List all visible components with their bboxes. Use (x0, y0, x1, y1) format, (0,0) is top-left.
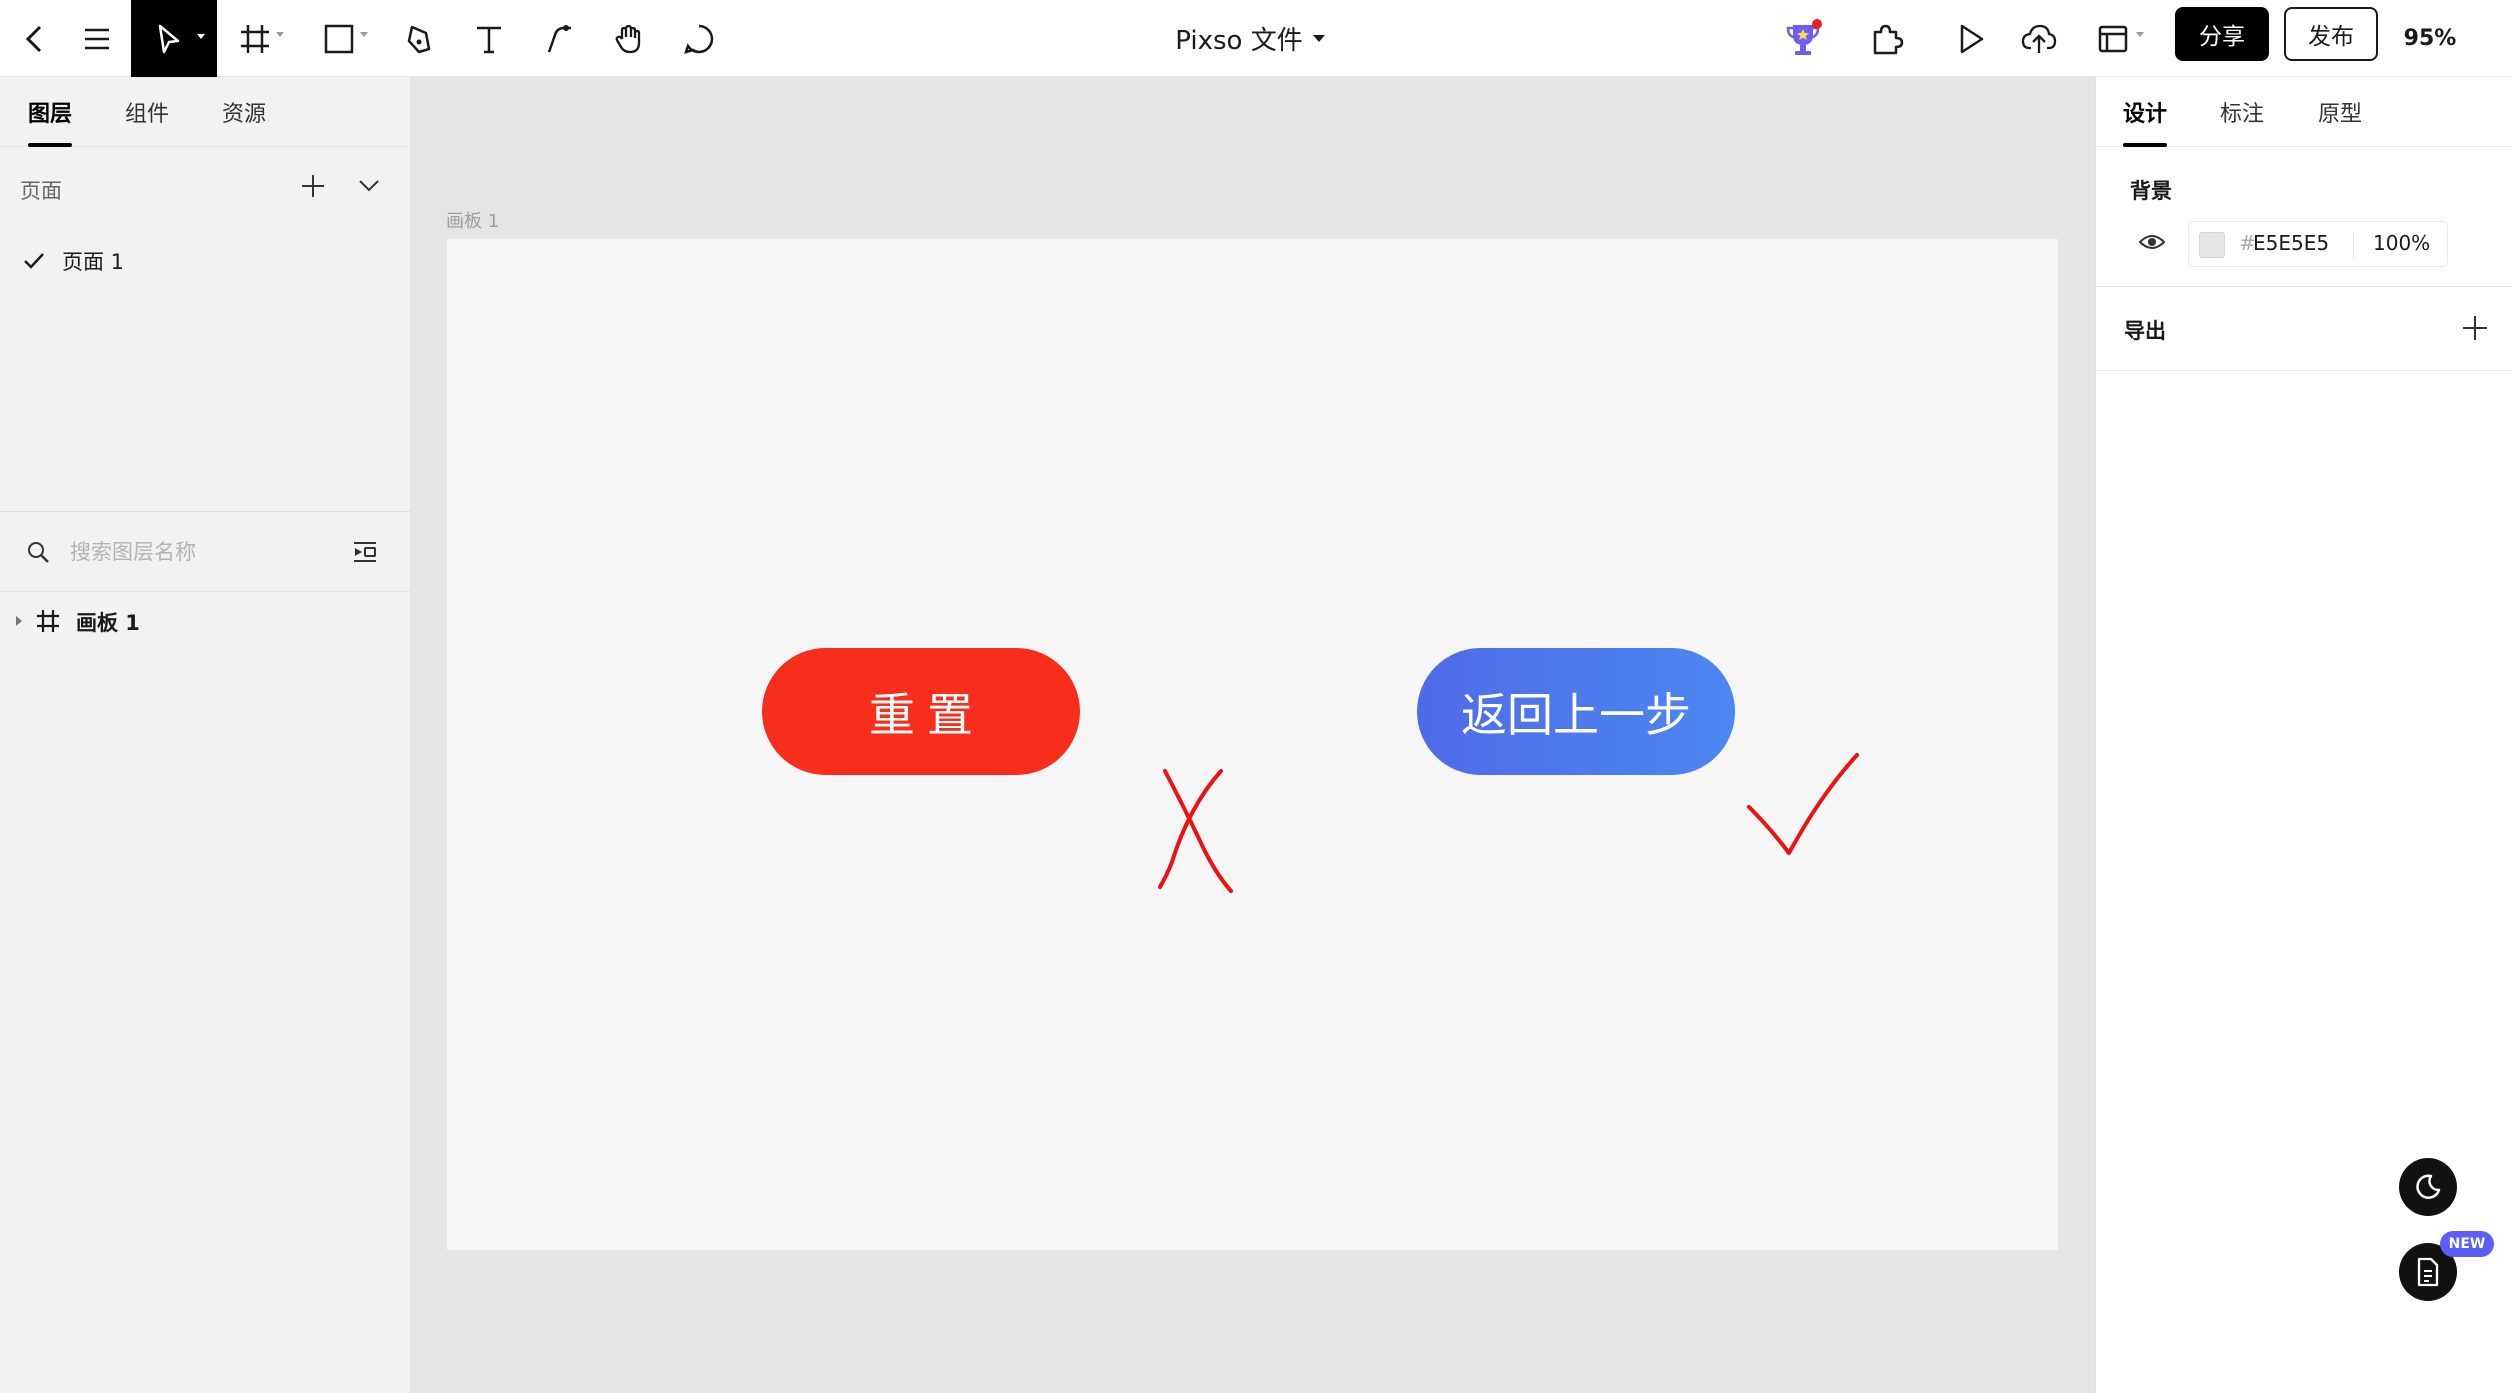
back-button[interactable] (8, 0, 60, 77)
tab-annotation[interactable]: 标注 (2220, 77, 2264, 147)
move-tool-button[interactable] (131, 0, 217, 77)
add-page-button[interactable] (296, 169, 330, 203)
top-toolbar: Pixso 文件 分享 发布 95% (0, 0, 2512, 77)
tab-components[interactable]: 组件 (125, 77, 169, 147)
main-menu-button[interactable] (74, 0, 120, 77)
plugins-button[interactable] (1864, 0, 1910, 77)
moon-icon (2416, 1174, 2441, 1199)
canvas[interactable]: 画板 1 重置 返回上一步 (412, 77, 2095, 1393)
background-color-field[interactable]: # E5E5E5 100% (2188, 221, 2448, 267)
search-icon (28, 542, 49, 563)
check-icon (24, 253, 44, 269)
rewards-button[interactable] (1780, 0, 1826, 77)
back-icon (25, 25, 42, 52)
publish-button[interactable]: 发布 (2284, 7, 2378, 61)
reset-button[interactable]: 重置 (762, 648, 1080, 775)
hand-tool-button[interactable] (606, 0, 652, 77)
trophy-icon (1786, 18, 1822, 55)
document-icon (2417, 1257, 2439, 1287)
comment-tool-button[interactable] (676, 0, 722, 77)
divider (2096, 370, 2512, 371)
collapse-pages-button[interactable] (352, 169, 386, 203)
rectangle-tool-button[interactable] (316, 0, 376, 77)
comment-tool-icon (684, 24, 714, 54)
color-swatch[interactable] (2199, 232, 2225, 258)
dark-mode-button[interactable] (2399, 1158, 2457, 1216)
file-title: Pixso 文件 (1175, 26, 1303, 56)
rectangle-tool-icon (324, 24, 354, 53)
export-title: 导出 (2124, 319, 2166, 343)
artboard-label[interactable]: 画板 1 (446, 207, 499, 233)
expand-arrow-icon[interactable] (16, 616, 22, 626)
artboard[interactable]: 重置 返回上一步 (447, 239, 2058, 1250)
chevron-down-icon (360, 32, 368, 37)
pen-tool-icon (407, 25, 431, 53)
page-item[interactable]: 页面 1 (0, 237, 411, 285)
tab-prototype[interactable]: 原型 (2318, 77, 2362, 147)
frame-tool-icon (241, 24, 269, 53)
layer-row[interactable]: 画板 1 (0, 597, 411, 645)
text-tool-icon (477, 26, 501, 53)
right-tabs: 设计 标注 原型 (2096, 77, 2512, 147)
divider (2353, 232, 2354, 258)
file-title-dropdown[interactable]: Pixso 文件 (1100, 0, 1400, 77)
upload-icon (2021, 24, 2057, 53)
chevron-down-icon (276, 32, 284, 37)
connector-tool-button[interactable] (536, 0, 582, 77)
move-tool-icon (158, 24, 180, 53)
plus-icon (2463, 316, 2487, 340)
eye-icon[interactable] (2138, 232, 2166, 252)
divider (2096, 286, 2512, 287)
layout-button[interactable] (2088, 0, 2152, 77)
chevron-down-icon (2136, 32, 2144, 37)
left-tabs: 图层 组件 资源 (0, 77, 410, 147)
pages-header: 页面 (20, 179, 62, 203)
frame-icon (37, 610, 59, 632)
add-export-button[interactable] (2458, 311, 2492, 345)
tab-design[interactable]: 设计 (2123, 77, 2168, 147)
frame-tool-button[interactable] (232, 0, 292, 77)
opacity-value[interactable]: 100% (2373, 231, 2430, 255)
menu-icon (85, 28, 109, 49)
text-tool-button[interactable] (466, 0, 512, 77)
chevron-down-icon (359, 180, 379, 192)
tab-assets[interactable]: 资源 (222, 77, 266, 147)
filter-icon (354, 542, 376, 562)
chevron-down-icon (1312, 35, 1325, 42)
hand-tool-icon (615, 24, 641, 53)
layout-icon (2098, 25, 2128, 52)
cross-mark-icon (1158, 769, 1233, 893)
share-button[interactable]: 分享 (2175, 7, 2269, 61)
back-step-button[interactable]: 返回上一步 (1417, 648, 1735, 775)
left-panel: 图层 组件 资源 页面 页面 1 画板 1 (0, 77, 411, 1393)
hex-value[interactable]: E5E5E5 (2253, 231, 2329, 255)
layer-search (0, 512, 411, 592)
plugin-icon (1873, 24, 1904, 54)
zoom-dropdown[interactable]: 95% (2390, 0, 2470, 77)
present-button[interactable] (1948, 0, 1994, 77)
check-mark-icon (1747, 753, 1859, 855)
chevron-down-icon (197, 34, 205, 39)
new-badge: NEW (2440, 1231, 2494, 1257)
connector-tool-icon (547, 24, 571, 52)
play-icon (1960, 24, 1984, 53)
plus-icon (302, 175, 324, 197)
background-title: 背景 (2130, 179, 2172, 203)
page-item-label: 页面 1 (62, 250, 125, 274)
tab-layers[interactable]: 图层 (28, 77, 73, 147)
search-input[interactable] (70, 532, 330, 572)
upload-button[interactable] (2016, 0, 2062, 77)
layer-label: 画板 1 (76, 611, 140, 635)
pen-tool-button[interactable] (396, 0, 442, 77)
